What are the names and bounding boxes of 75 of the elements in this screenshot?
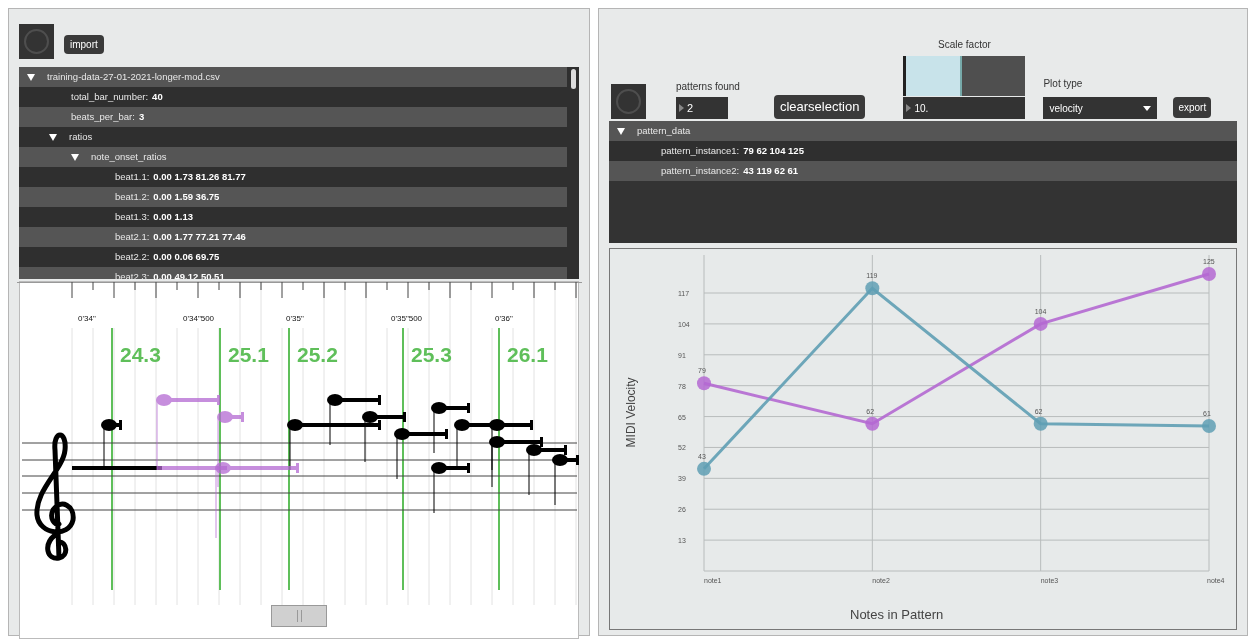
tree-row[interactable]: training-data-27-01-2021-longer-mod.csv bbox=[19, 67, 567, 87]
import-button[interactable]: import bbox=[64, 35, 104, 54]
scroll-handle[interactable] bbox=[271, 605, 327, 627]
marker-label: 25.3 bbox=[410, 343, 452, 366]
expanded-triangle-icon[interactable] bbox=[49, 133, 57, 141]
data-point bbox=[697, 376, 711, 391]
tree-row[interactable]: pattern_instance1: 79 62 104 125 bbox=[609, 141, 1237, 161]
data-point bbox=[697, 461, 711, 476]
toggle-button[interactable] bbox=[611, 84, 646, 119]
field-value: 10. bbox=[914, 101, 929, 116]
tree-label: pattern_data bbox=[637, 123, 691, 138]
data-point bbox=[1202, 419, 1216, 434]
tree-label: beat1.3: bbox=[115, 209, 150, 224]
marker-label: 25.1 bbox=[227, 343, 269, 366]
patterns-found-label: patterns found bbox=[676, 80, 740, 94]
clearselection-button[interactable]: clearselection bbox=[773, 95, 866, 119]
data-point bbox=[865, 416, 880, 431]
time-label: 0'35"500 bbox=[390, 314, 422, 323]
arrow-icon bbox=[906, 104, 912, 112]
data-point bbox=[1033, 316, 1048, 331]
marker-label: 24.3 bbox=[119, 343, 161, 366]
expanded-triangle-icon[interactable] bbox=[71, 153, 79, 161]
tree-value: 0.00 1.77 77.21 77.46 bbox=[153, 229, 246, 244]
export-button[interactable]: export bbox=[1173, 97, 1212, 118]
marker-label: 26.1 bbox=[506, 343, 548, 366]
tree-value: 0.00 1.13 bbox=[153, 209, 193, 224]
tree-row[interactable]: pattern_data bbox=[609, 121, 1237, 141]
slider-fill[interactable] bbox=[906, 56, 963, 96]
tree-row[interactable]: beat1.2: 0.00 1.59 36.75 bbox=[19, 187, 567, 207]
arrow-icon bbox=[679, 104, 684, 112]
time-label: 0'34"500 bbox=[182, 314, 214, 323]
time-label: 0'35" bbox=[285, 314, 304, 323]
tree-row[interactable]: note_onset_ratios bbox=[19, 147, 567, 167]
scale-factor-label: Scale factor bbox=[938, 38, 991, 52]
tree-label: training-data-27-01-2021-longer-mod.csv bbox=[47, 69, 220, 84]
plot-type-dropdown[interactable]: velocity bbox=[1043, 97, 1158, 119]
tree-label: note_onset_ratios bbox=[91, 149, 167, 164]
field-value: 2 bbox=[687, 100, 694, 116]
marker-label: 25.2 bbox=[296, 343, 338, 366]
number-field[interactable]: 2 bbox=[676, 97, 728, 119]
data-point bbox=[865, 281, 880, 296]
tree-value: 3 bbox=[138, 109, 145, 124]
tree-label: ratios bbox=[69, 129, 93, 144]
tree-label: pattern_instance2: bbox=[661, 163, 740, 178]
slider-track[interactable] bbox=[903, 56, 1026, 96]
tree-row[interactable]: beat2.1: 0.00 1.77 77.21 77.46 bbox=[19, 227, 567, 247]
tree-label: beat2.2: bbox=[115, 249, 150, 264]
y-axis-title: MIDI Velocity bbox=[624, 377, 638, 448]
treble-clef-icon bbox=[34, 432, 76, 561]
expanded-triangle-icon[interactable] bbox=[617, 127, 625, 135]
tree-value: 79 62 104 125 bbox=[743, 143, 804, 158]
plot-type-label: Plot type bbox=[1043, 77, 1084, 91]
toggle-button[interactable] bbox=[19, 24, 54, 59]
dropdown-value: velocity bbox=[1049, 101, 1083, 116]
tree-label: pattern_instance1: bbox=[661, 143, 740, 158]
tree-row[interactable]: pattern_instance2: 43 119 62 61 bbox=[609, 161, 1237, 181]
tree-value: 43 119 62 61 bbox=[743, 163, 799, 178]
tree-value: 0.00 1.59 36.75 bbox=[153, 189, 220, 204]
number-field[interactable]: 10. bbox=[903, 97, 1026, 119]
tree-label: beat1.2: bbox=[115, 189, 150, 204]
tree-label: total_bar_number: bbox=[71, 89, 149, 104]
time-label: 0'34" bbox=[77, 314, 96, 323]
tree-row[interactable]: beats_per_bar: 3 bbox=[19, 107, 567, 127]
x-axis-title: Notes in Pattern bbox=[850, 607, 944, 622]
data-point bbox=[1202, 267, 1216, 281]
expanded-triangle-icon[interactable] bbox=[27, 73, 35, 81]
tree-label: beats_per_bar: bbox=[71, 109, 135, 124]
tree-value: 0.00 1.73 81.26 81.77 bbox=[153, 169, 246, 184]
data-point bbox=[1033, 416, 1048, 431]
tree-value: 0.00 0.06 69.75 bbox=[153, 249, 220, 264]
tree-label: beat2.1: bbox=[115, 229, 150, 244]
time-label: 0'36" bbox=[494, 314, 513, 323]
caret-icon bbox=[1143, 105, 1152, 111]
tree-value: 40 bbox=[152, 89, 163, 104]
tree-label: beat1.1: bbox=[115, 169, 150, 184]
